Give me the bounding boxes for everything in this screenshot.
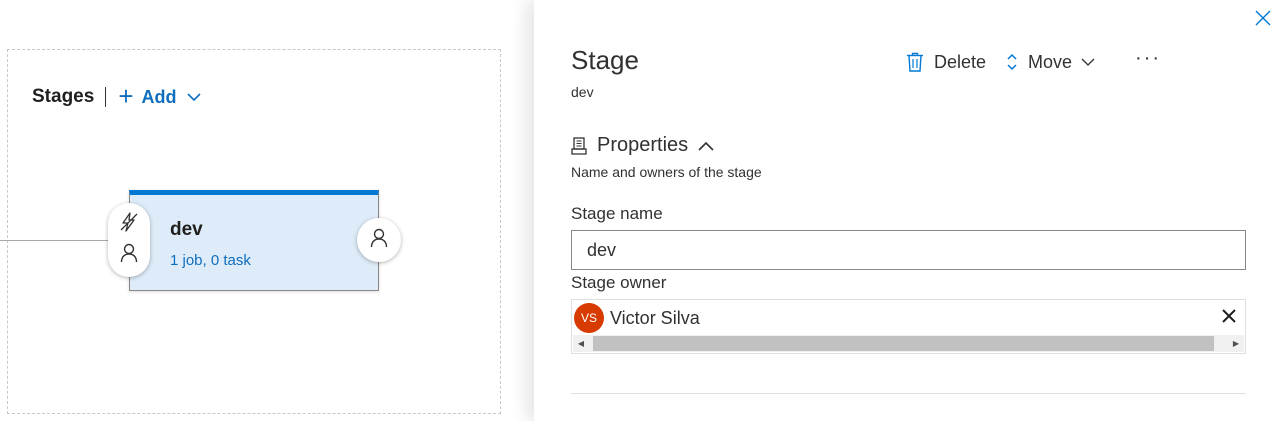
scrollbar-thumb[interactable]: [593, 336, 1214, 351]
pipeline-canvas: Stages + Add dev 1 job, 0 task: [0, 0, 534, 421]
panel-toolbar: Delete Move ···: [906, 48, 1161, 74]
panel-subtitle: dev: [571, 84, 594, 100]
approver-icon[interactable]: [120, 243, 138, 268]
stage-owner-picker[interactable]: VS Victor Silva ◀ ▶: [571, 299, 1246, 354]
move-icon: [1007, 53, 1017, 71]
scroll-left-arrow[interactable]: ◀: [573, 335, 589, 352]
header-separator: [105, 87, 107, 107]
panel-title: Stage: [571, 45, 639, 75]
avatar: VS: [574, 303, 604, 333]
post-deployment-approver-icon: [370, 228, 388, 253]
horizontal-scrollbar[interactable]: ◀ ▶: [573, 335, 1244, 352]
owner-name: Victor Silva: [610, 307, 700, 328]
artifact-connector-line: [0, 240, 110, 241]
pre-deployment-conditions[interactable]: [108, 203, 150, 277]
move-button[interactable]: Move: [1006, 52, 1105, 73]
scroll-right-arrow[interactable]: ▶: [1228, 335, 1244, 352]
chevron-down-icon: [1081, 58, 1105, 67]
properties-description: Name and owners of the stage: [571, 164, 762, 180]
delete-icon: [907, 52, 923, 72]
section-divider: [571, 393, 1246, 394]
remove-icon[interactable]: [1221, 308, 1237, 324]
delete-button[interactable]: Delete: [906, 52, 986, 73]
stage-details-panel: Stage dev Delete Move ··· Properties Nam…: [534, 0, 1283, 421]
properties-section-toggle[interactable]: Properties: [571, 134, 714, 157]
pre-deployment-trigger-icon[interactable]: [119, 212, 139, 237]
stage-card[interactable]: dev 1 job, 0 task: [129, 190, 379, 291]
chevron-down-icon: [186, 92, 201, 102]
stage-card-summary[interactable]: 1 job, 0 task: [170, 252, 251, 269]
plus-icon: +: [118, 81, 134, 111]
owner-persona: VS Victor Silva: [574, 303, 700, 333]
add-label: Add: [141, 86, 177, 107]
stages-header: Stages + Add: [32, 81, 201, 111]
stage-card-name: dev: [170, 219, 203, 240]
stages-title: Stages: [32, 86, 95, 107]
move-label: Move: [1028, 51, 1073, 72]
delete-label: Delete: [934, 51, 987, 72]
close-icon[interactable]: [1255, 10, 1271, 26]
stage-owner-label: Stage owner: [571, 273, 667, 292]
chevron-up-icon: [698, 141, 714, 151]
add-stage-button[interactable]: + Add: [118, 81, 201, 111]
more-icon[interactable]: ···: [1135, 48, 1161, 68]
properties-icon: [571, 136, 587, 155]
stage-name-label: Stage name: [571, 204, 663, 223]
stage-name-input[interactable]: [571, 230, 1246, 270]
post-deployment-conditions[interactable]: [357, 218, 401, 262]
properties-heading: Properties: [597, 134, 689, 156]
